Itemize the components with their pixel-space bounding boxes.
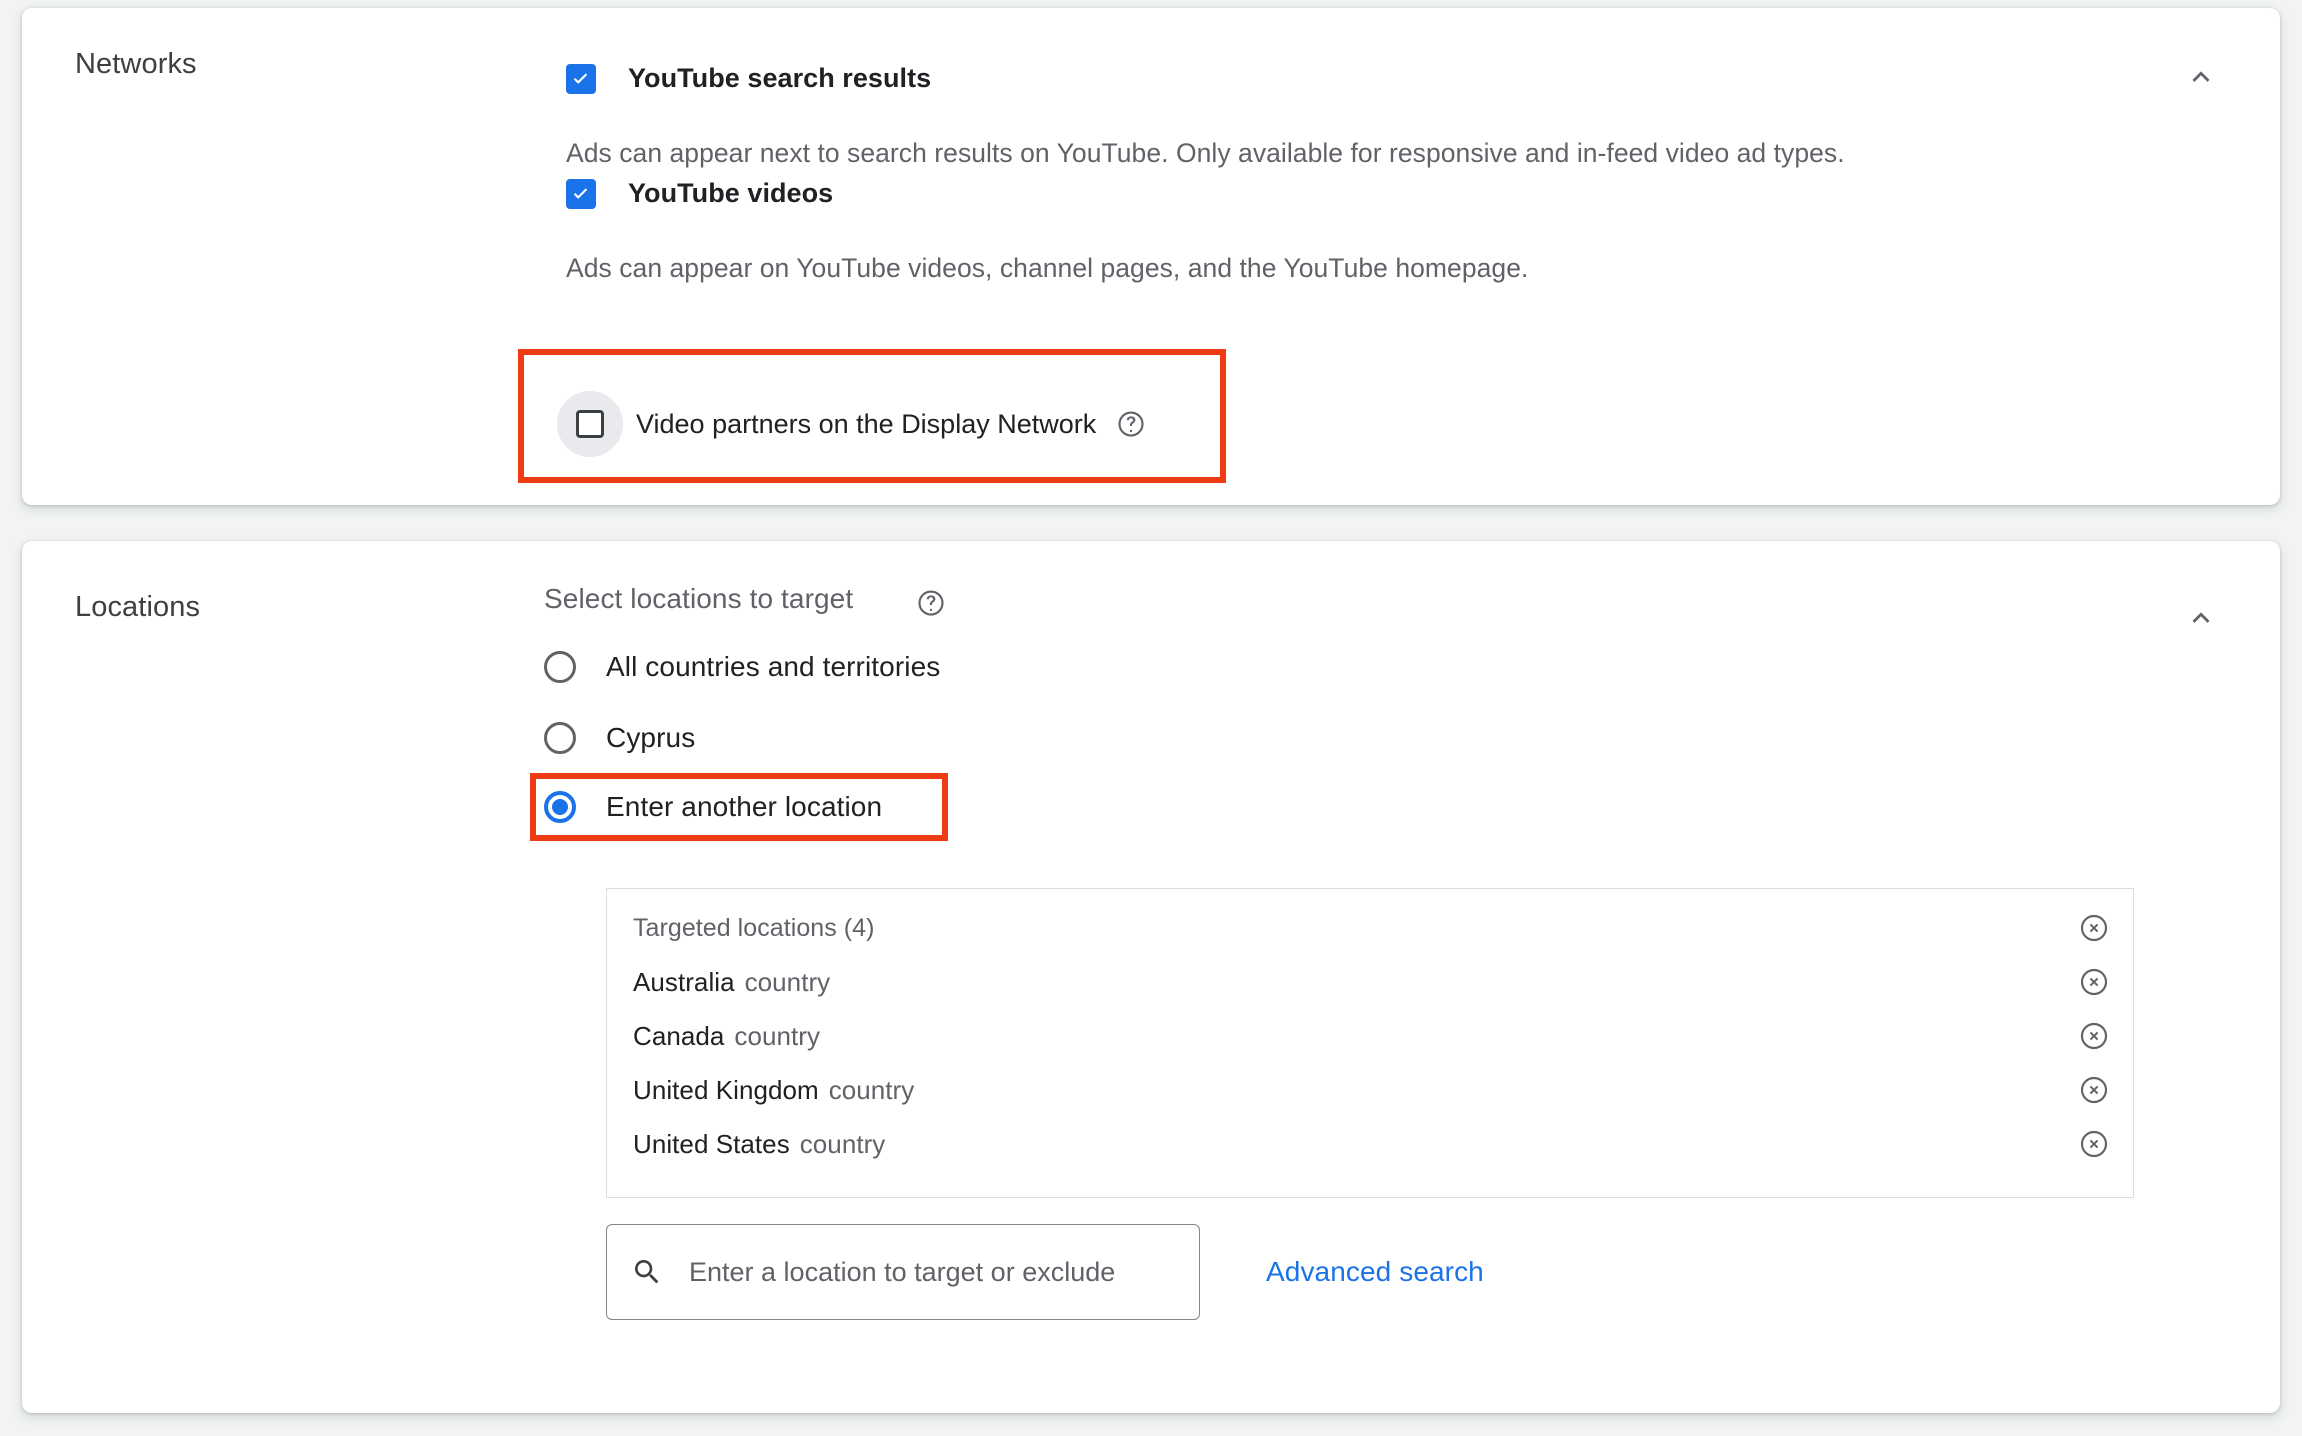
enter-another-location-radio[interactable] <box>544 791 576 823</box>
locations-collapse-chevron-up-icon[interactable] <box>2172 589 2230 647</box>
enter-another-location-label: Enter another location <box>606 791 883 822</box>
remove-all-circle-icon[interactable] <box>2077 911 2111 945</box>
all-countries-label: All countries and territories <box>606 651 941 682</box>
location-name: United States <box>633 1128 790 1159</box>
location-type: country <box>734 1020 821 1051</box>
youtube-search-results-checkbox[interactable] <box>566 63 596 94</box>
youtube-videos-label: YouTube videos <box>628 178 834 208</box>
location-row-text: Australia country <box>633 967 830 998</box>
location-row-text: United States country <box>633 1129 885 1160</box>
cyprus-label: Cyprus <box>606 722 696 753</box>
location-type: country <box>799 1128 886 1159</box>
location-search-input[interactable] <box>689 1256 1175 1288</box>
advanced-search-link[interactable]: Advanced search <box>1266 1256 1484 1288</box>
remove-circle-icon[interactable] <box>2077 1073 2111 1107</box>
location-type: country <box>828 1074 915 1105</box>
remove-circle-icon[interactable] <box>2077 1127 2111 1161</box>
location-name: United Kingdom <box>633 1074 819 1105</box>
location-row-text: United Kingdom country <box>633 1075 914 1106</box>
networks-section-label: Networks <box>75 48 197 80</box>
targeted-locations-header-label: Targeted locations (4) <box>633 913 875 942</box>
search-icon <box>631 1256 663 1288</box>
cyprus-radio[interactable] <box>544 722 576 754</box>
radio-row-cyprus[interactable]: Cyprus <box>544 722 695 754</box>
youtube-videos-helper-text: Ads can appear on YouTube videos, channe… <box>566 253 1529 283</box>
video-partners-checkbox[interactable] <box>576 410 604 438</box>
networks-card: Networks YouTube search results Ads can … <box>22 8 2280 505</box>
radio-row-enter-another-location[interactable]: Enter another location <box>544 791 882 823</box>
video-partners-help-circle-icon[interactable] <box>1116 409 1146 439</box>
location-type: country <box>744 966 831 997</box>
networks-collapse-chevron-up-icon[interactable] <box>2172 48 2230 106</box>
location-row-text: Canada country <box>633 1021 820 1052</box>
youtube-search-results-helper-text: Ads can appear next to search results on… <box>566 138 1845 168</box>
radio-row-all-countries[interactable]: All countries and territories <box>544 651 940 683</box>
youtube-search-results-label: YouTube search results <box>628 63 932 93</box>
location-name: Canada <box>633 1020 725 1051</box>
select-locations-subtitle: Select locations to target <box>544 583 854 614</box>
table-row[interactable]: Australia country <box>607 955 2133 1009</box>
video-partners-checkbox-hover-ripple <box>557 391 623 457</box>
checkbox-row-video-partners[interactable]: Video partners on the Display Network <box>557 391 1146 457</box>
table-row[interactable]: Canada country <box>607 1009 2133 1063</box>
select-locations-help-circle-icon[interactable] <box>916 588 946 618</box>
checkbox-row-youtube-videos[interactable]: YouTube videos <box>566 178 833 209</box>
table-row[interactable]: United States country <box>607 1117 2133 1171</box>
remove-circle-icon[interactable] <box>2077 1019 2111 1053</box>
locations-section-label: Locations <box>75 591 201 623</box>
remove-circle-icon[interactable] <box>2077 965 2111 999</box>
table-row[interactable]: United Kingdom country <box>607 1063 2133 1117</box>
all-countries-radio[interactable] <box>544 651 576 683</box>
youtube-videos-checkbox[interactable] <box>566 178 596 209</box>
location-search-field[interactable] <box>606 1224 1200 1320</box>
targeted-locations-panel: Targeted locations (4) Australia country <box>606 888 2134 1198</box>
location-name: Australia <box>633 966 735 997</box>
video-partners-label: Video partners on the Display Network <box>636 408 1097 439</box>
checkbox-row-youtube-search-results[interactable]: YouTube search results <box>566 63 931 94</box>
targeted-locations-header-row: Targeted locations (4) <box>607 901 2133 955</box>
settings-page: Networks YouTube search results Ads can … <box>0 0 2302 1436</box>
